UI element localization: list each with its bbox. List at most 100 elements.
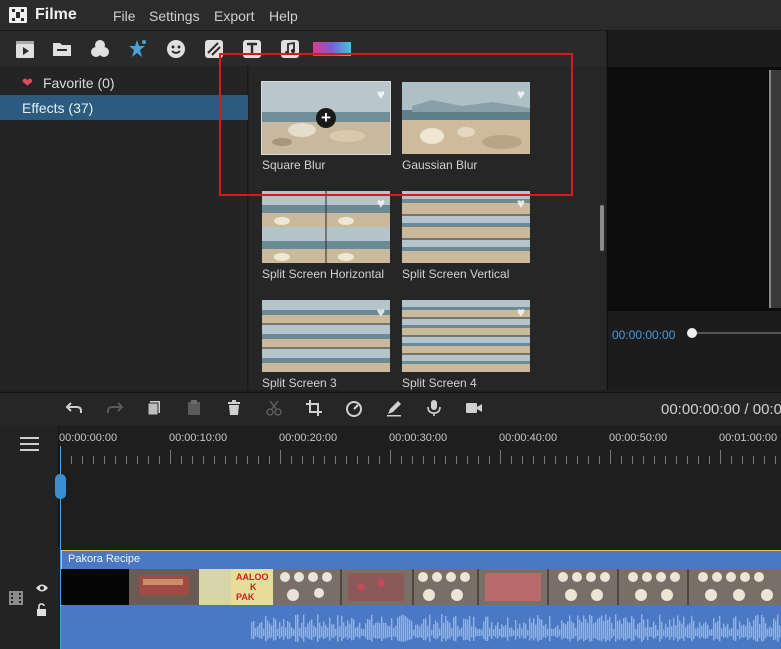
- app-title: Filme: [35, 6, 77, 23]
- waveform-bar: [689, 623, 691, 639]
- redo-icon[interactable]: [106, 399, 124, 417]
- waveform-bar: [631, 615, 633, 642]
- waveform-bar: [777, 614, 779, 642]
- waveform-bar: [583, 615, 585, 642]
- waveform-bar: [345, 626, 347, 638]
- speed-icon[interactable]: [345, 399, 363, 417]
- heart-icon: ❤: [22, 75, 33, 90]
- menu-help[interactable]: Help: [269, 8, 298, 24]
- lock-icon[interactable]: [36, 603, 47, 616]
- waveform-bar: [561, 620, 563, 640]
- clip-frame-text: PAK: [236, 592, 255, 602]
- waveform-bar: [647, 619, 649, 640]
- waveform-bar: [329, 617, 331, 641]
- pen-icon[interactable]: [385, 399, 403, 417]
- waveform-bar: [773, 618, 775, 641]
- waveform-bar: [737, 629, 739, 636]
- menu-file[interactable]: File: [113, 8, 136, 24]
- text-icon[interactable]: [241, 38, 263, 60]
- favorite-heart-icon[interactable]: ♥: [517, 86, 525, 102]
- color-icon[interactable]: [313, 38, 351, 60]
- waveform-bar: [397, 617, 399, 641]
- transition-icon[interactable]: [203, 38, 225, 60]
- film-logo-icon: [8, 5, 28, 25]
- filters-icon[interactable]: [89, 38, 111, 60]
- effects-scrollbar[interactable]: [600, 205, 604, 251]
- effects-icon[interactable]: [126, 38, 148, 60]
- waveform-bar: [603, 621, 605, 640]
- effect-thumbnail: ♥: [402, 300, 530, 372]
- waveform-bar: [695, 628, 697, 637]
- waveform-bar: [357, 626, 359, 638]
- preview-progress-knob[interactable]: [687, 328, 697, 338]
- waveform-bar: [387, 625, 389, 638]
- favorite-heart-icon[interactable]: ♥: [377, 304, 385, 320]
- favorite-heart-icon[interactable]: ♥: [517, 195, 525, 211]
- paste-icon[interactable]: [185, 399, 203, 417]
- delete-icon[interactable]: [225, 399, 243, 417]
- waveform-bar: [389, 626, 391, 638]
- waveform-bar: [483, 621, 485, 640]
- waveform-bar: [435, 620, 437, 640]
- waveform-bar: [573, 623, 575, 639]
- waveform-bar: [607, 619, 609, 640]
- favorite-heart-icon[interactable]: ♥: [377, 86, 385, 102]
- waveform-bar: [599, 617, 601, 641]
- category-effects[interactable]: Effects (37): [0, 95, 248, 120]
- cut-icon[interactable]: [265, 399, 283, 417]
- waveform-bar: [639, 622, 641, 639]
- media-icon[interactable]: [14, 38, 36, 60]
- category-effects-label: Effects (37): [22, 100, 94, 116]
- waveform-bar: [327, 627, 329, 637]
- waveform-bar: [521, 628, 523, 637]
- copy-icon[interactable]: [145, 399, 163, 417]
- waveform-bar: [505, 625, 507, 638]
- waveform-bar: [547, 628, 549, 637]
- waveform-bar: [533, 618, 535, 641]
- favorite-heart-icon[interactable]: ♥: [377, 195, 385, 211]
- waveform-bar: [485, 616, 487, 641]
- effect-label: Gaussian Blur: [402, 158, 478, 172]
- waveform-bar: [701, 625, 703, 638]
- favorite-heart-icon[interactable]: ♥: [517, 304, 525, 320]
- music-icon[interactable]: [279, 38, 301, 60]
- clip-frame: [61, 569, 129, 605]
- waveform-bar: [385, 622, 387, 639]
- menu-settings[interactable]: Settings: [149, 8, 200, 24]
- waveform-bar: [395, 625, 397, 638]
- mic-icon[interactable]: [425, 399, 443, 417]
- waveform-bar: [321, 626, 323, 638]
- waveform-bar: [571, 621, 573, 639]
- folder-icon[interactable]: [51, 38, 73, 60]
- sticker-icon[interactable]: [165, 38, 187, 60]
- undo-icon[interactable]: [65, 399, 83, 417]
- waveform-bar: [445, 616, 447, 642]
- ruler-label: 00:01:00:00: [719, 432, 778, 444]
- eye-icon[interactable]: [35, 580, 49, 592]
- waveform-bar: [665, 623, 667, 639]
- waveform-bar: [779, 625, 781, 638]
- waveform-bar: [555, 627, 557, 637]
- category-favorite-label: Favorite (0): [43, 75, 115, 91]
- effects-grid: ♥ + Square Blur ♥ Gaussian Blur ♥ Split …: [249, 66, 606, 390]
- menu-export[interactable]: Export: [214, 8, 254, 24]
- waveform-bar: [757, 614, 759, 642]
- waveform-bar: [745, 626, 747, 638]
- crop-icon[interactable]: [305, 399, 323, 417]
- waveform-bar: [511, 627, 513, 637]
- waveform-bar: [477, 629, 479, 636]
- category-favorite[interactable]: ❤ Favorite (0): [0, 70, 248, 94]
- playhead-handle[interactable]: [55, 474, 66, 499]
- preview-progress-track[interactable]: [691, 332, 781, 334]
- hamburger-menu-icon[interactable]: [20, 437, 39, 451]
- waveform-bar: [537, 615, 539, 642]
- waveform-bar: [349, 623, 351, 639]
- waveform-bar: [331, 624, 333, 638]
- waveform-bar: [291, 627, 293, 637]
- camera-icon[interactable]: [465, 399, 483, 417]
- waveform-bar: [679, 620, 681, 640]
- waveform-bar: [319, 622, 321, 639]
- waveform-bar: [575, 628, 577, 637]
- waveform-bar: [371, 614, 373, 642]
- add-effect-icon[interactable]: +: [316, 108, 336, 128]
